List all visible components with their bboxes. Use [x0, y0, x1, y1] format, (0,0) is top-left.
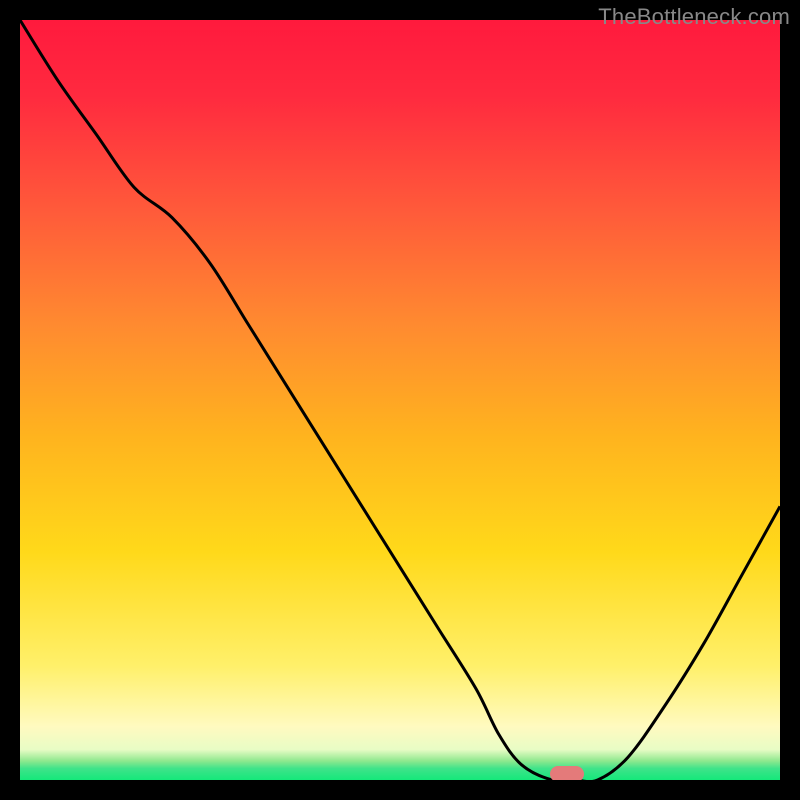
plot-area — [20, 20, 780, 780]
chart-frame: TheBottleneck.com — [0, 0, 800, 800]
optimal-marker — [550, 766, 584, 780]
bottleneck-curve — [20, 20, 780, 780]
watermark-text: TheBottleneck.com — [598, 4, 790, 30]
